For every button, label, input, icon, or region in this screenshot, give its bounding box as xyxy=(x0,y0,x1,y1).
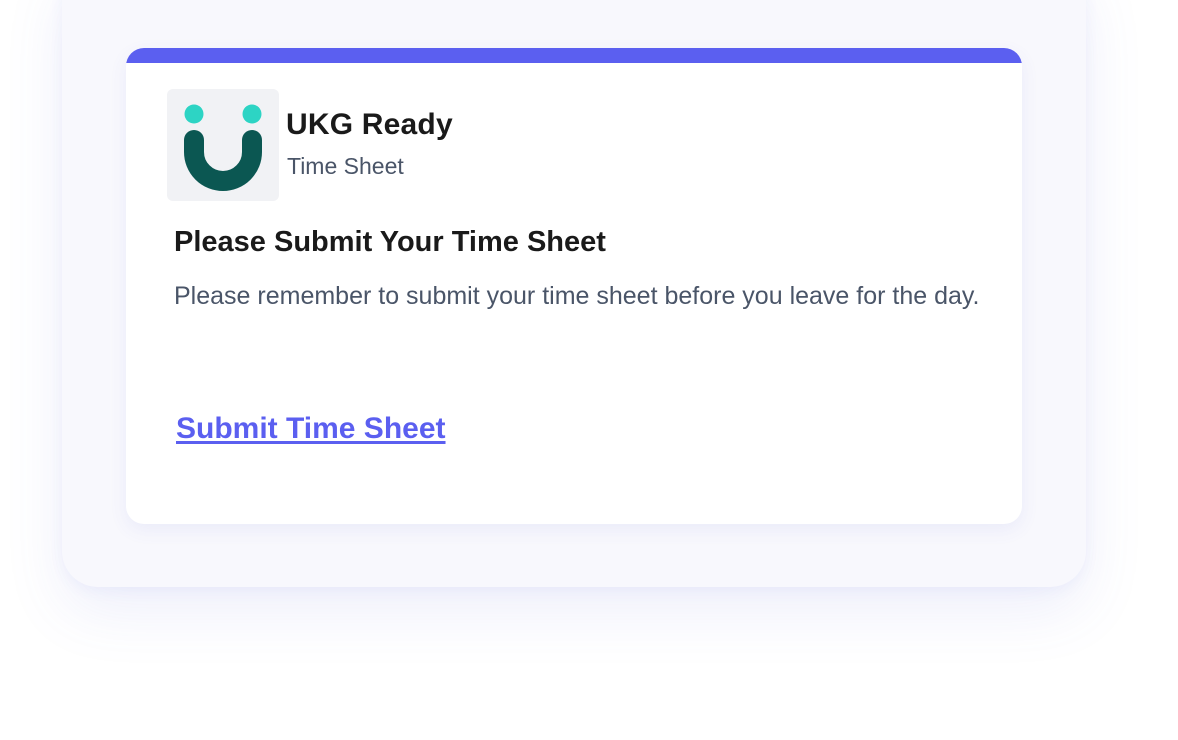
notification-card: UKG Ready Time Sheet Please Submit Your … xyxy=(126,48,1022,524)
notification-title: Please Submit Your Time Sheet xyxy=(174,226,606,258)
stage: UKG Ready Time Sheet Please Submit Your … xyxy=(0,0,1178,740)
card-accent-bar xyxy=(126,48,1022,63)
app-logo xyxy=(167,89,279,201)
app-name: UKG Ready xyxy=(286,108,453,141)
ukg-smile-logo-icon xyxy=(184,104,262,191)
submit-time-sheet-link[interactable]: Submit Time Sheet xyxy=(176,412,446,446)
app-subtitle: Time Sheet xyxy=(287,153,404,179)
notification-body: Please remember to submit your time shee… xyxy=(174,282,980,310)
